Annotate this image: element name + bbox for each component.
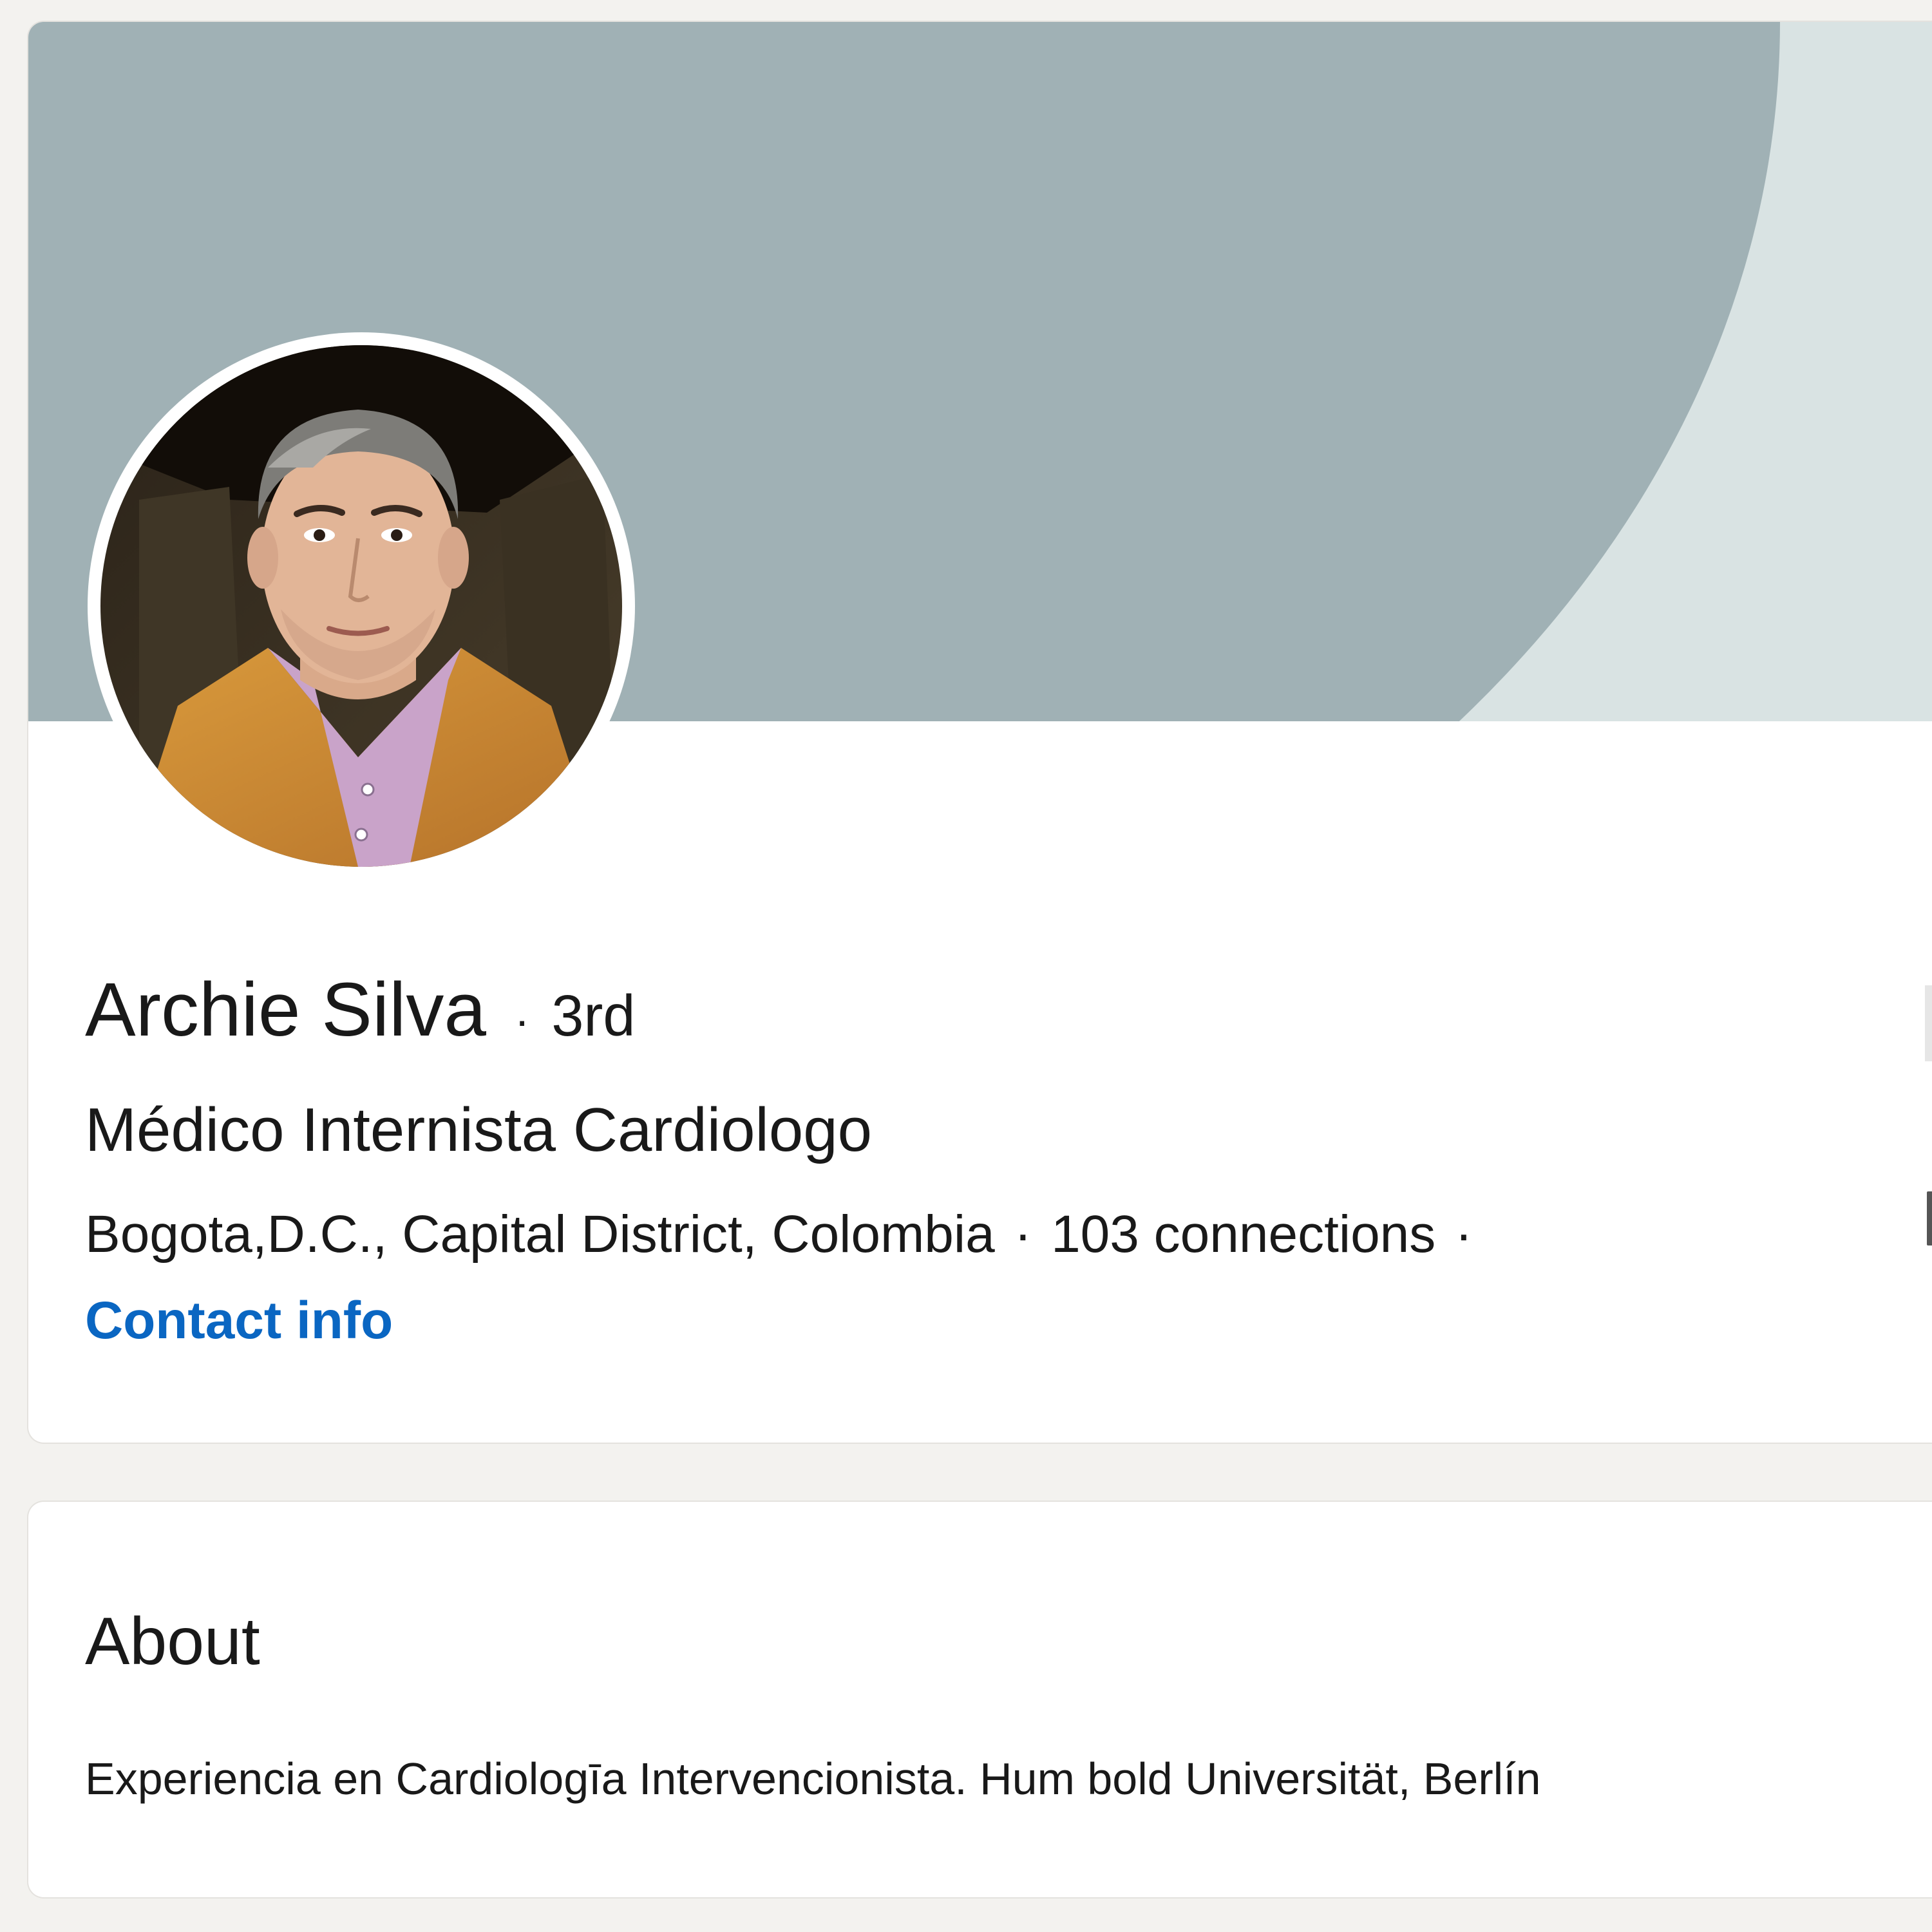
about-title: About: [85, 1604, 260, 1679]
profile-location: Bogota,D.C., Capital District, Colombia: [85, 1205, 995, 1264]
name-row: Archie Silva · 3rd: [85, 966, 635, 1054]
profile-meta: Bogota,D.C., Capital District, Colombia …: [85, 1204, 1492, 1265]
profile-name: Archie Silva: [85, 967, 487, 1052]
about-text: Experiencia en Cardiologīa Intervencioni…: [85, 1754, 1541, 1804]
avatar[interactable]: [88, 332, 635, 880]
separator-dot: ·: [1455, 1205, 1473, 1264]
about-card: [27, 1501, 1932, 1899]
connection-degree: 3rd: [551, 984, 636, 1048]
connections-count[interactable]: 103 connections: [1051, 1204, 1435, 1265]
profile-headline: Médico Internista Cardiologo: [85, 1095, 872, 1164]
separator-dot: ·: [1014, 1205, 1032, 1264]
clipped-element: [1925, 985, 1932, 1061]
clipped-element: [1927, 1191, 1932, 1245]
profile-photo: [100, 345, 622, 867]
separator-dot: ·: [515, 995, 530, 1045]
contact-info-link[interactable]: Contact info: [85, 1291, 393, 1351]
profile-page: Archie Silva · 3rd Médico Internista Car…: [0, 0, 1932, 1932]
